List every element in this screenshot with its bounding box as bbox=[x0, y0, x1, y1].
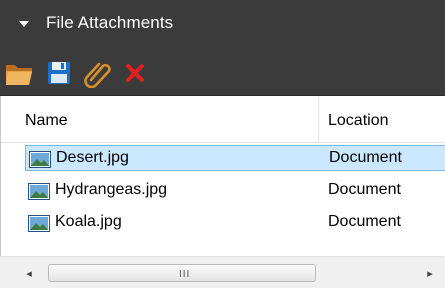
image-file-icon bbox=[28, 215, 50, 232]
red-x-icon bbox=[126, 64, 144, 82]
scroll-right-icon: ▸ bbox=[427, 267, 433, 280]
image-file-icon bbox=[28, 183, 50, 200]
floppy-disk-icon bbox=[48, 62, 70, 84]
file-location: Document bbox=[329, 149, 402, 166]
column-header-name[interactable]: Name bbox=[1, 96, 319, 143]
horizontal-scrollbar[interactable]: ◂ III ▸ bbox=[0, 256, 445, 288]
caret-down-icon[interactable] bbox=[17, 17, 31, 31]
column-header-row: Name Location bbox=[1, 96, 445, 143]
file-location: Document bbox=[328, 213, 401, 230]
folder-open-icon bbox=[6, 65, 32, 85]
panel-title: File Attachments bbox=[46, 13, 174, 32]
file-attachments-panel: File Attachments Name Location Desert.jp… bbox=[0, 0, 445, 288]
panel-header[interactable]: File Attachments bbox=[0, 0, 445, 52]
paperclip-icon bbox=[84, 62, 111, 88]
toolbar bbox=[0, 52, 445, 96]
scrollbar-grip-icon: III bbox=[179, 269, 191, 280]
scrollbar-thumb[interactable]: III bbox=[48, 264, 316, 282]
file-name: Hydrangeas.jpg bbox=[55, 181, 168, 198]
save-button[interactable] bbox=[40, 55, 78, 91]
delete-button[interactable] bbox=[116, 55, 154, 91]
list-item[interactable]: Koala.jpg Document bbox=[25, 210, 445, 236]
scroll-left-icon: ◂ bbox=[26, 267, 32, 280]
file-name: Desert.jpg bbox=[56, 149, 129, 166]
file-location: Document bbox=[328, 181, 401, 198]
open-folder-button[interactable] bbox=[1, 55, 39, 91]
attach-button[interactable] bbox=[78, 55, 116, 91]
scroll-right-button[interactable]: ▸ bbox=[415, 257, 445, 288]
list-item[interactable]: Desert.jpg Document bbox=[25, 145, 445, 171]
column-header-location[interactable]: Location bbox=[319, 96, 445, 143]
list-item[interactable]: Hydrangeas.jpg Document bbox=[25, 178, 445, 204]
file-name: Koala.jpg bbox=[55, 213, 122, 230]
scroll-left-button[interactable]: ◂ bbox=[14, 257, 44, 288]
column-header-location-label: Location bbox=[328, 112, 389, 129]
column-header-name-label: Name bbox=[25, 112, 68, 129]
image-file-icon bbox=[29, 151, 51, 168]
